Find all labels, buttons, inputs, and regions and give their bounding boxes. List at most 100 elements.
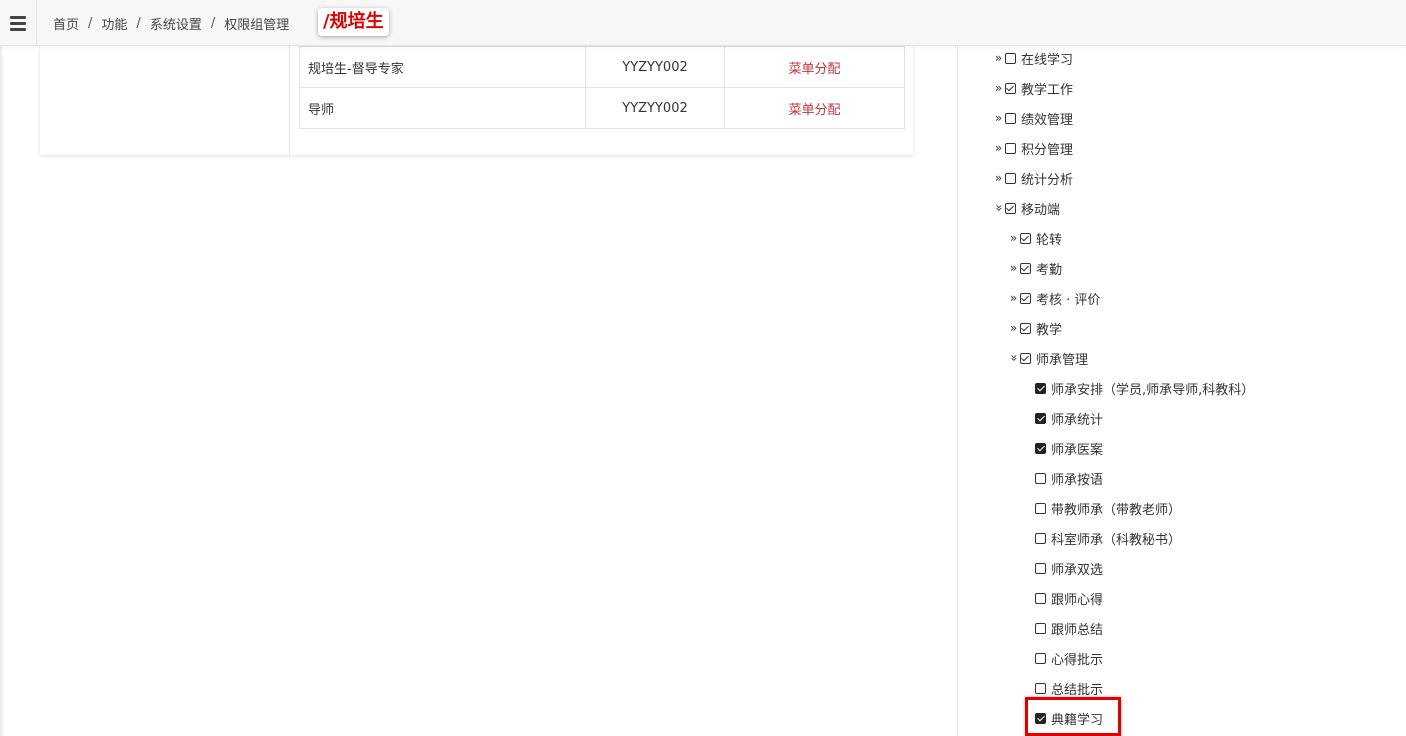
tree-node-label: 跟师心得 — [1051, 592, 1104, 608]
checkbox-icon[interactable] — [1005, 82, 1016, 94]
tree-leaf-mutual-selection[interactable]: 师承双选 — [1035, 558, 1103, 578]
menu-assign-link[interactable]: 菜单分配 — [788, 62, 840, 77]
tree-node-teaching-work[interactable]: » 教学工作 — [993, 78, 1073, 98]
checkbox-icon[interactable] — [1035, 622, 1046, 634]
panel-divider — [957, 46, 958, 736]
tree-node-rotation[interactable]: » 轮转 — [1008, 228, 1062, 248]
tree-node-label: 考核 · 评价 — [1036, 292, 1101, 308]
tree-leaf-mentorship-cases[interactable]: 师承医案 — [1035, 438, 1103, 458]
top-bar: 首页 / 功能 / 系统设置 / 权限组管理 /规培生 — [0, 0, 1406, 46]
tree-node-mentorship[interactable]: « 师承管理 — [1007, 348, 1089, 368]
checkbox-icon[interactable] — [1005, 202, 1016, 214]
tree-node-attendance[interactable]: » 考勤 — [1008, 258, 1062, 278]
collapse-arrow-icon[interactable]: « — [1007, 353, 1021, 364]
checkbox-icon[interactable] — [1020, 322, 1031, 334]
collapse-arrow-icon[interactable]: « — [992, 203, 1006, 214]
tree-node-label: 跟师总结 — [1051, 622, 1104, 638]
tree-node-label: 移动端 — [1021, 202, 1061, 218]
tree-node-label: 轮转 — [1036, 232, 1063, 248]
tree-node-label: 教学 — [1036, 322, 1063, 338]
table-row: 规培生-督导专家 YYZYY002 菜单分配 — [299, 46, 905, 88]
tree-node-label: 师承双选 — [1051, 562, 1104, 578]
annotation-label: /规培生 — [318, 8, 389, 36]
tree-node-label: 统计分析 — [1021, 172, 1074, 188]
checkbox-icon[interactable] — [1035, 472, 1046, 484]
role-code: YYZYY002 — [585, 87, 725, 129]
expand-arrow-icon[interactable]: » — [1008, 261, 1019, 275]
expand-arrow-icon[interactable]: » — [1008, 291, 1019, 305]
checkbox-icon[interactable] — [1035, 442, 1046, 454]
checkbox-icon[interactable] — [1020, 232, 1031, 244]
checkbox-icon[interactable] — [1005, 142, 1016, 154]
tree-node-label: 师承管理 — [1036, 352, 1089, 368]
tree-node-label: 考勤 — [1036, 262, 1063, 278]
menu-assign-link[interactable]: 菜单分配 — [788, 103, 840, 118]
breadcrumb-separator: / — [88, 15, 93, 31]
action-cell: 菜单分配 — [724, 46, 905, 88]
checkbox-icon[interactable] — [1020, 292, 1031, 304]
tree-node-label: 师承医案 — [1051, 442, 1104, 458]
action-cell: 菜单分配 — [724, 87, 905, 129]
content-left-edge — [0, 46, 4, 736]
tree-node-points[interactable]: » 积分管理 — [993, 138, 1073, 158]
table-row: 导师 YYZYY002 菜单分配 — [299, 87, 905, 129]
role-name: 导师 — [299, 87, 586, 129]
checkbox-icon[interactable] — [1035, 592, 1046, 604]
tree-node-label: 教学工作 — [1021, 82, 1074, 98]
tree-node-performance[interactable]: » 绩效管理 — [993, 108, 1073, 128]
tree-node-label: 积分管理 — [1021, 142, 1074, 158]
card-left-column — [40, 46, 290, 155]
tree-node-label: 师承统计 — [1051, 412, 1104, 428]
checkbox-icon[interactable] — [1020, 352, 1031, 364]
tree-leaf-learning-reflection[interactable]: 跟师心得 — [1035, 588, 1103, 608]
expand-arrow-icon[interactable]: » — [1008, 231, 1019, 245]
hamburger-menu-icon[interactable] — [0, 0, 37, 46]
tree-node-label: 在线学习 — [1021, 52, 1074, 68]
tree-node-mobile[interactable]: « 移动端 — [992, 198, 1061, 218]
tree-leaf-mentorship-stats[interactable]: 师承统计 — [1035, 408, 1103, 428]
checkbox-icon[interactable] — [1035, 682, 1046, 694]
breadcrumb-home[interactable]: 首页 — [53, 14, 79, 33]
tree-node-label: 总结批示 — [1051, 682, 1104, 698]
expand-arrow-icon[interactable]: » — [1008, 321, 1019, 335]
expand-arrow-icon[interactable]: » — [993, 141, 1004, 155]
checkbox-icon[interactable] — [1035, 652, 1046, 664]
expand-arrow-icon[interactable]: » — [993, 171, 1004, 185]
expand-arrow-icon[interactable]: » — [993, 111, 1004, 125]
checkbox-icon[interactable] — [1035, 382, 1046, 394]
checkbox-icon[interactable] — [1035, 502, 1046, 514]
tree-leaf-department-mentorship[interactable]: 科室师承（科教秘书） — [1035, 528, 1181, 548]
breadcrumb-separator: / — [210, 15, 216, 31]
breadcrumb-function[interactable]: 功能 — [101, 14, 127, 33]
tree-leaf-classics-study[interactable]: 典籍学习 — [1035, 708, 1103, 728]
tree-leaf-reflection-review[interactable]: 心得批示 — [1035, 648, 1103, 668]
expand-arrow-icon[interactable]: » — [993, 81, 1004, 95]
tree-node-label: 师承安排（学员,师承导师,科教科） — [1051, 382, 1255, 398]
checkbox-icon[interactable] — [1035, 532, 1046, 544]
tree-leaf-mentorship-notes[interactable]: 师承按语 — [1035, 468, 1103, 488]
checkbox-icon[interactable] — [1035, 562, 1046, 574]
checkbox-icon[interactable] — [1035, 712, 1046, 724]
tree-node-label: 绩效管理 — [1021, 112, 1074, 128]
tree-node-online-learning[interactable]: » 在线学习 — [993, 48, 1073, 68]
tree-node-label: 科室师承（科教秘书） — [1051, 532, 1182, 548]
tree-node-label: 师承按语 — [1051, 472, 1104, 488]
tree-node-label: 心得批示 — [1051, 652, 1104, 668]
expand-arrow-icon[interactable]: » — [993, 51, 1004, 65]
breadcrumb: 首页 / 功能 / 系统设置 / 权限组管理 — [53, 0, 289, 46]
checkbox-icon[interactable] — [1005, 52, 1016, 64]
checkbox-icon[interactable] — [1035, 412, 1046, 424]
tree-leaf-learning-summary[interactable]: 跟师总结 — [1035, 618, 1103, 638]
checkbox-icon[interactable] — [1005, 172, 1016, 184]
role-name: 规培生-督导专家 — [299, 46, 586, 88]
tree-node-statistics[interactable]: » 统计分析 — [993, 168, 1073, 188]
roles-card: 规培生-督导专家 YYZYY002 菜单分配 导师 YYZYY002 菜单分配 — [40, 46, 913, 155]
tree-leaf-summary-review[interactable]: 总结批示 — [1035, 678, 1103, 698]
checkbox-icon[interactable] — [1005, 112, 1016, 124]
tree-node-teaching[interactable]: » 教学 — [1008, 318, 1062, 338]
checkbox-icon[interactable] — [1020, 262, 1031, 274]
tree-leaf-mentorship-arrangement[interactable]: 师承安排（学员,师承导师,科教科） — [1035, 378, 1254, 398]
tree-node-assessment[interactable]: » 考核 · 评价 — [1008, 288, 1101, 308]
tree-leaf-teaching-mentorship[interactable]: 带教师承（带教老师） — [1035, 498, 1181, 518]
breadcrumb-system-settings[interactable]: 系统设置 — [150, 14, 202, 33]
